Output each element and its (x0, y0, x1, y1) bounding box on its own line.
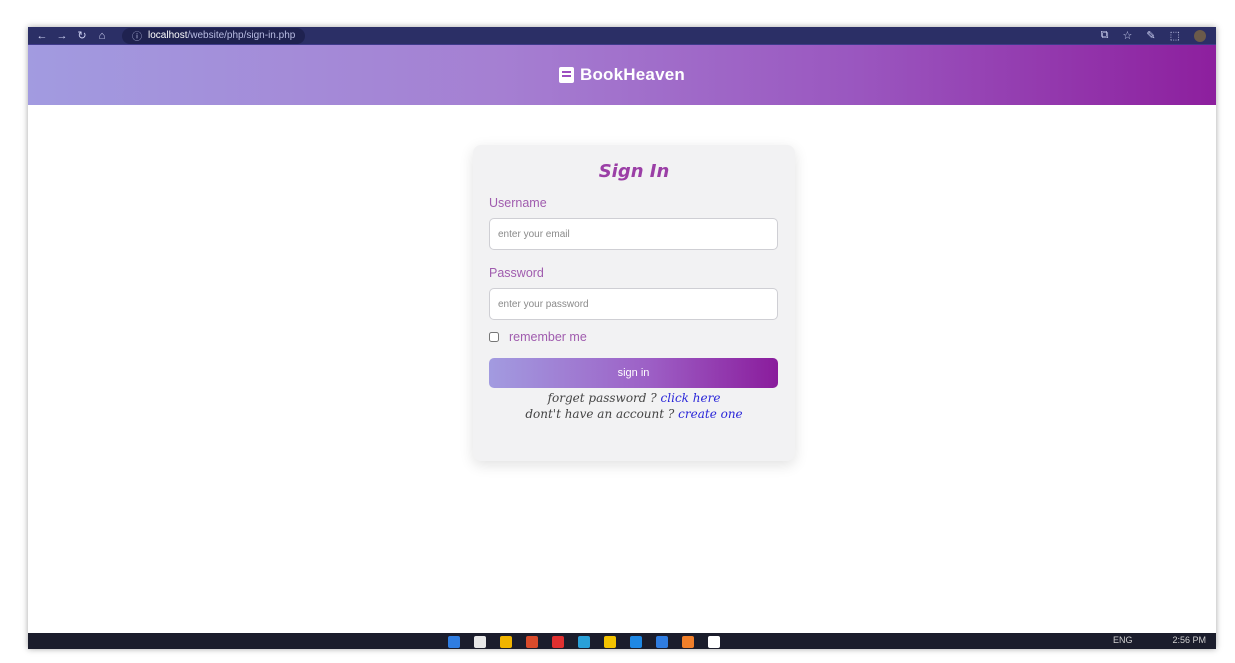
address-bar[interactable]: ⓘ localhost/website/php/sign-in.php (122, 27, 306, 44)
forget-password-link[interactable]: click here (661, 391, 721, 405)
taskbar-app-icon[interactable] (630, 636, 642, 648)
taskbar-apps (448, 636, 720, 648)
site-header: BookHeaven (28, 45, 1216, 105)
remember-me-row: remember me (489, 330, 779, 344)
info-icon[interactable]: ⓘ (132, 28, 142, 43)
browser-toolbar: ← → ↻ ⌂ ⓘ localhost/website/php/sign-in.… (28, 27, 1216, 45)
system-tray: ENG 2:56 PM (1113, 635, 1206, 645)
home-icon[interactable]: ⌂ (96, 30, 108, 42)
taskbar-app-icon[interactable] (474, 636, 486, 648)
username-label: Username (489, 196, 547, 210)
collections-icon[interactable]: ⬚ (1170, 29, 1180, 42)
pen-icon[interactable]: ✎ (1146, 29, 1155, 42)
book-icon (559, 67, 574, 83)
sign-in-card: Sign In Username Password remember me si… (473, 145, 795, 461)
brand-name: BookHeaven (580, 65, 685, 84)
form-title: Sign In (598, 161, 670, 182)
url-text: localhost/website/php/sign-in.php (148, 30, 295, 41)
browser-actions: ⧉ ☆ ✎ ⬚ (1101, 29, 1206, 42)
profile-avatar[interactable] (1194, 29, 1206, 42)
create-account-link[interactable]: create one (678, 407, 743, 421)
forget-password-line: forget password ? click here (489, 390, 779, 406)
language-indicator[interactable]: ENG (1113, 635, 1133, 645)
create-account-line: dont't have an account ? create one (489, 406, 779, 422)
taskbar-app-icon[interactable] (708, 636, 720, 648)
clock[interactable]: 2:56 PM (1172, 635, 1206, 645)
taskbar-app-icon[interactable] (578, 636, 590, 648)
username-input[interactable] (489, 218, 778, 250)
url-path: /website/php/sign-in.php (187, 30, 296, 41)
remember-me-label: remember me (509, 330, 587, 344)
taskbar-app-icon[interactable] (526, 636, 538, 648)
taskbar-app-icon[interactable] (448, 636, 460, 648)
url-host: localhost (148, 30, 188, 41)
password-label: Password (489, 266, 544, 280)
taskbar-app-icon[interactable] (656, 636, 668, 648)
form-links: forget password ? click here dont't have… (489, 390, 779, 422)
back-icon[interactable]: ← (36, 30, 48, 42)
taskbar-app-icon[interactable] (682, 636, 694, 648)
password-input[interactable] (489, 288, 778, 320)
taskbar-app-icon[interactable] (500, 636, 512, 648)
taskbar-app-icon[interactable] (552, 636, 564, 648)
forget-password-text: forget password ? (547, 391, 657, 405)
screenshot-frame: ← → ↻ ⌂ ⓘ localhost/website/php/sign-in.… (28, 27, 1216, 649)
reload-icon[interactable]: ↻ (76, 30, 88, 42)
remember-me-checkbox[interactable] (489, 332, 499, 342)
os-taskbar: ENG 2:56 PM (28, 633, 1216, 649)
create-account-text: dont't have an account ? (525, 407, 675, 421)
favorite-star-icon[interactable]: ☆ (1123, 29, 1133, 42)
read-aloud-icon[interactable]: ⧉ (1101, 29, 1109, 42)
brand-logo[interactable]: BookHeaven (559, 65, 685, 85)
forward-icon[interactable]: → (56, 30, 68, 42)
taskbar-app-icon[interactable] (604, 636, 616, 648)
sign-in-button[interactable]: sign in (489, 358, 778, 388)
